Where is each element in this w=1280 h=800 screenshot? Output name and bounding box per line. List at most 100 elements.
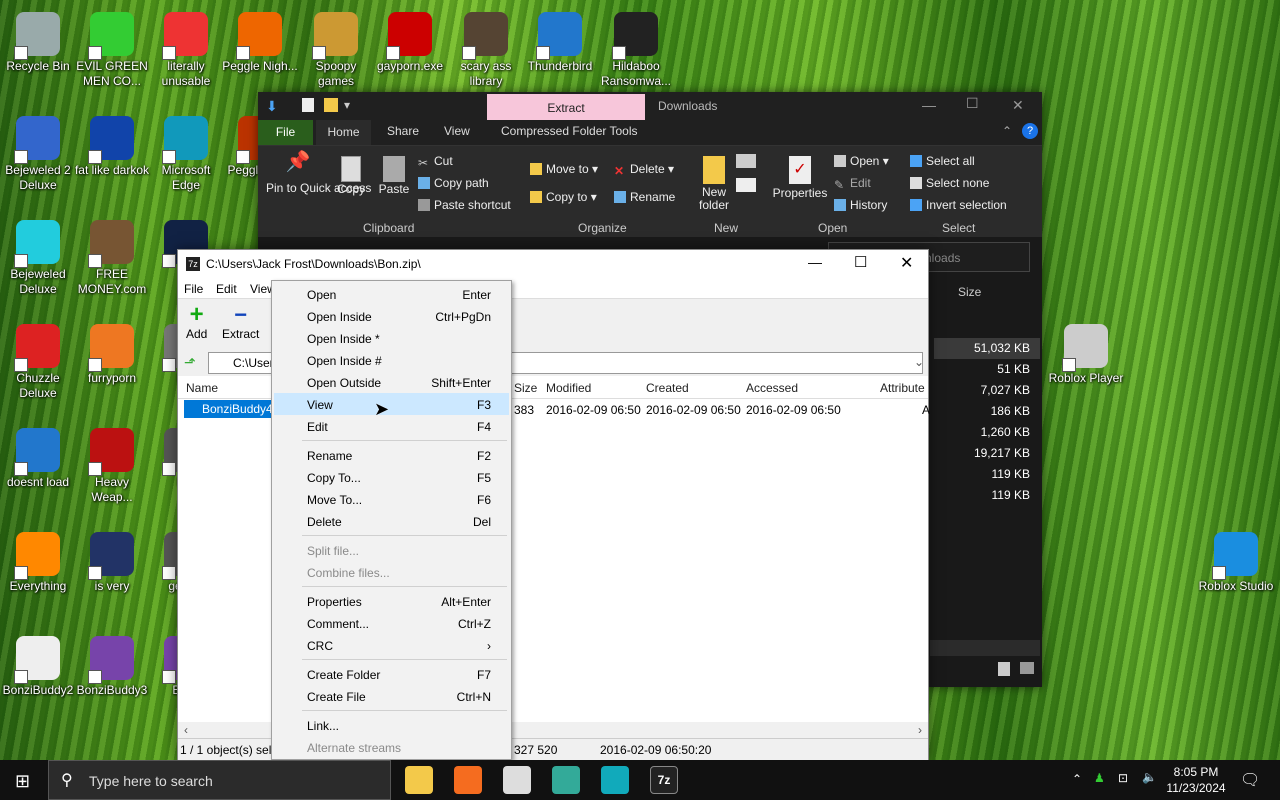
menu-item[interactable]: Split file... — [274, 539, 509, 561]
explorer-hscrollbar[interactable] — [930, 640, 1040, 656]
taskbar-app-icon[interactable] — [601, 766, 629, 794]
column-created[interactable]: Created — [646, 381, 689, 395]
details-view-icon[interactable] — [998, 662, 1010, 676]
select-none-button[interactable]: Select none — [910, 176, 989, 190]
network-icon[interactable]: ⊡ — [1118, 771, 1128, 785]
menu-item[interactable]: Open Enter — [274, 283, 509, 305]
large-icons-view-icon[interactable] — [1020, 662, 1034, 674]
column-modified[interactable]: Modified — [546, 381, 591, 395]
move-to-button[interactable]: Move to ▾ — [530, 162, 598, 176]
desktop-icon[interactable]: Hildaboo Ransomwa... — [598, 8, 674, 89]
desktop-icon[interactable]: FREE MONEY.com — [74, 216, 150, 297]
file-size-cell[interactable]: 119 KB — [934, 485, 1040, 506]
menu-item[interactable]: View F3 — [274, 393, 509, 415]
file-size-cell[interactable]: 119 KB — [934, 464, 1040, 485]
open-button[interactable]: Open ▾ — [834, 154, 889, 168]
invert-selection-button[interactable]: Invert selection — [910, 198, 1007, 212]
file-name[interactable]: BonziBuddy4 — [184, 400, 275, 418]
close-icon[interactable]: ✕ — [1012, 97, 1024, 114]
file-size-cell[interactable]: 1,260 KB — [934, 422, 1040, 443]
menu-item[interactable]: Move To... F6 — [274, 488, 509, 510]
desktop-icon[interactable]: Chuzzle Deluxe — [0, 320, 76, 401]
menu-item[interactable]: CRC › — [274, 634, 509, 656]
taskbar-app-icon[interactable] — [503, 766, 531, 794]
tab-share[interactable]: Share — [387, 124, 419, 138]
quick-access-down-icon[interactable]: ⬇ — [266, 98, 278, 115]
tray-people-icon[interactable]: ♟ — [1094, 771, 1105, 785]
7zip-maximize-icon[interactable]: ☐ — [854, 253, 867, 271]
desktop-icon[interactable]: Bejeweled Deluxe — [0, 216, 76, 297]
desktop-icon[interactable]: BonziBuddy3 — [74, 632, 150, 698]
file-size-cell[interactable]: 19,217 KB — [934, 443, 1040, 464]
menu-item[interactable]: Open Inside # — [274, 349, 509, 371]
taskbar-app-icon[interactable] — [454, 766, 482, 794]
desktop-icon[interactable]: EVIL GREEN MEN CO... — [74, 8, 150, 89]
column-attributes[interactable]: Attribute — [880, 381, 925, 395]
column-header-size[interactable]: Size — [958, 285, 981, 299]
copy-to-button[interactable]: Copy to ▾ — [530, 190, 597, 204]
desktop-icon[interactable]: Recycle Bin — [0, 8, 76, 74]
notifications-icon[interactable]: 🗨 — [1240, 770, 1260, 790]
desktop-icon[interactable]: is very — [74, 528, 150, 594]
desktop-icon[interactable]: Roblox Studio — [1198, 528, 1274, 594]
easy-access-icon[interactable] — [736, 178, 756, 192]
tab-compressed-folder-tools[interactable]: Compressed Folder Tools — [501, 124, 638, 138]
file-size-cell[interactable]: 51 KB — [934, 359, 1040, 380]
desktop-icon[interactable]: Microsoft Edge — [148, 112, 224, 193]
taskbar-app-icon[interactable]: 7z — [650, 766, 678, 794]
menu-item[interactable]: Copy To... F5 — [274, 466, 509, 488]
desktop-icon[interactable]: Peggle Nigh... — [222, 8, 298, 74]
menu-item[interactable]: Combine files... — [274, 561, 509, 583]
tab-file[interactable]: File — [258, 120, 313, 145]
desktop-icon[interactable]: literally unusable — [148, 8, 224, 89]
file-size-cell[interactable]: 7,027 KB — [934, 380, 1040, 401]
maximize-icon[interactable]: ☐ — [966, 95, 979, 112]
help-icon[interactable]: ? — [1022, 123, 1038, 139]
collapse-ribbon-icon[interactable]: ⌃ — [1002, 124, 1012, 138]
properties-qat-icon[interactable] — [302, 98, 314, 112]
menu-edit[interactable]: Edit — [216, 282, 237, 296]
paste-button[interactable]: Paste — [378, 156, 410, 196]
properties-button[interactable]: ✓ Properties — [772, 156, 828, 200]
menu-file[interactable]: File — [184, 282, 203, 296]
column-accessed[interactable]: Accessed — [746, 381, 798, 395]
menu-item[interactable]: Create File Ctrl+N — [274, 685, 509, 707]
new-item-icon[interactable] — [736, 154, 756, 168]
volume-icon[interactable]: 🔈 — [1142, 770, 1157, 784]
menu-item[interactable]: Open Outside Shift+Enter — [274, 371, 509, 393]
desktop-icon[interactable]: Thunderbird — [522, 8, 598, 74]
menu-item[interactable]: Edit F4 — [274, 415, 509, 437]
address-dropdown-icon[interactable]: ⌄ — [914, 355, 924, 369]
add-button[interactable]: + Add — [186, 303, 207, 342]
edit-button[interactable]: ✎ Edit — [834, 176, 871, 192]
new-folder-button[interactable]: New folder — [694, 156, 734, 212]
clock[interactable]: 8:05 PM 11/23/2024 — [1166, 764, 1226, 796]
desktop-icon[interactable]: doesnt load — [0, 424, 76, 490]
start-windows-icon[interactable]: ⊞ — [15, 771, 30, 792]
desktop-icon[interactable]: Heavy Weap... — [74, 424, 150, 505]
cut-button[interactable]: ✂ Cut — [418, 154, 453, 170]
scroll-right-icon[interactable]: › — [918, 723, 922, 737]
desktop-icon[interactable]: furryporn — [74, 320, 150, 386]
menu-item[interactable]: Delete Del — [274, 510, 509, 532]
history-button[interactable]: History — [834, 198, 887, 212]
folder-qat-icon[interactable] — [324, 98, 338, 112]
tab-view[interactable]: View — [444, 124, 470, 138]
up-folder-icon[interactable]: ⬏ — [184, 354, 196, 371]
taskbar-search[interactable]: ⚲ Type here to search — [48, 760, 391, 800]
desktop-icon[interactable]: Roblox Player — [1048, 320, 1124, 386]
column-size[interactable]: Size — [514, 381, 537, 395]
copy-path-button[interactable]: Copy path — [418, 176, 489, 190]
7zip-minimize-icon[interactable]: — — [808, 254, 822, 270]
taskbar-app-icon[interactable] — [552, 766, 580, 794]
taskbar-app-icon[interactable] — [405, 766, 433, 794]
rename-button[interactable]: Rename — [614, 190, 675, 204]
select-all-button[interactable]: Select all — [910, 154, 975, 168]
file-size-cell[interactable]: 51,032 KB — [934, 338, 1040, 359]
desktop-icon[interactable]: fat like darkok — [74, 112, 150, 178]
menu-item[interactable]: Open Inside Ctrl+PgDn — [274, 305, 509, 327]
delete-button[interactable]: ✕ Delete ▾ — [614, 162, 674, 178]
tab-home[interactable]: Home — [316, 120, 371, 145]
qat-dropdown-icon[interactable]: ▾ — [344, 98, 350, 112]
desktop-icon[interactable]: Bejeweled 2 Deluxe — [0, 112, 76, 193]
